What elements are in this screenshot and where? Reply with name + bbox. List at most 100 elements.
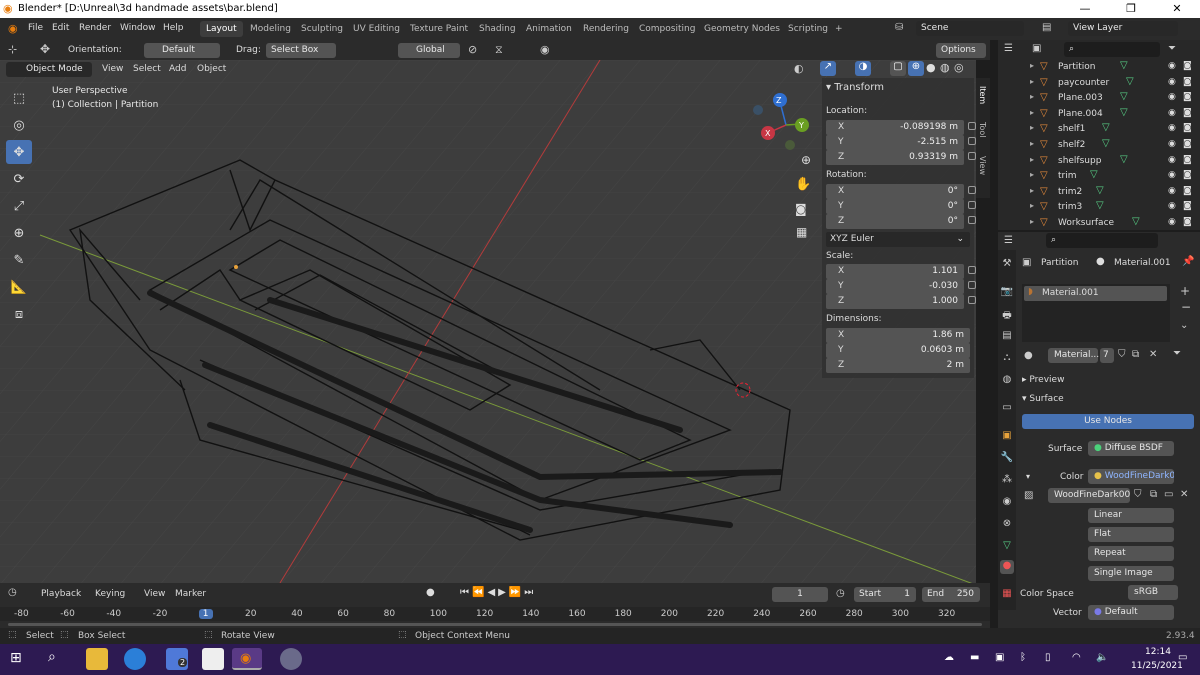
- eye-icon[interactable]: ◉: [1168, 123, 1176, 133]
- eye-icon[interactable]: ◉: [1168, 186, 1176, 196]
- tab-animation[interactable]: Animation: [520, 21, 578, 37]
- fake-user-icon[interactable]: ⛉: [1118, 349, 1126, 360]
- dimensions-x-field[interactable]: X 1.86 m: [826, 328, 970, 343]
- tab-texture-paint[interactable]: Texture Paint: [404, 21, 474, 37]
- tool-settings-icon[interactable]: ⊹: [8, 43, 17, 56]
- render-camera-icon[interactable]: ◙: [1183, 155, 1192, 165]
- scale-y-field[interactable]: Y -0.030: [826, 279, 976, 294]
- output-tab-icon[interactable]: 🖶: [1000, 308, 1014, 322]
- eye-icon[interactable]: ◉: [1168, 108, 1176, 118]
- expand-arrow-icon[interactable]: ▸: [1030, 77, 1034, 86]
- rotation-y-field[interactable]: Y 0°: [826, 199, 976, 214]
- tab-scripting[interactable]: Scripting: [782, 21, 834, 37]
- render-camera-icon[interactable]: ◙: [1183, 170, 1192, 180]
- gizmo-toggle-icon[interactable]: ↗: [820, 61, 836, 76]
- menu-view[interactable]: View: [102, 64, 123, 74]
- scale-x-field[interactable]: X 1.101: [826, 264, 976, 279]
- scene-field[interactable]: Scene: [916, 21, 1024, 36]
- select-tool-icon[interactable]: ⬚: [6, 86, 32, 110]
- close-button[interactable]: ✕: [1154, 0, 1200, 18]
- modifier-tab-icon[interactable]: 🔧: [1000, 452, 1014, 466]
- rotation-z-field[interactable]: Z 0°: [826, 214, 976, 229]
- tab-rendering[interactable]: Rendering: [577, 21, 635, 37]
- rotation-mode-dropdown[interactable]: XYZ Euler ⌄: [826, 232, 970, 247]
- lock-icon[interactable]: [968, 296, 976, 304]
- preview-section[interactable]: ▸ Preview: [1022, 375, 1064, 385]
- tab-tool[interactable]: Tool: [978, 122, 987, 138]
- frame-ruler[interactable]: [0, 607, 990, 621]
- menu-select[interactable]: Select: [133, 64, 161, 74]
- outliner-item[interactable]: ▸ ▽ Worksurface ▽ ◉ ◙: [998, 216, 1200, 231]
- transform-orientation-dropdown[interactable]: Global: [398, 43, 460, 58]
- render-camera-icon[interactable]: ◙: [1183, 92, 1192, 102]
- material-browse-icon[interactable]: ●: [1024, 350, 1033, 361]
- render-camera-icon[interactable]: ◙: [1183, 108, 1192, 118]
- tab-uv-editing[interactable]: UV Editing: [347, 21, 406, 37]
- add-workspace-button[interactable]: +: [829, 21, 849, 37]
- pan-hand-icon[interactable]: ✋: [795, 176, 811, 192]
- tab-modeling[interactable]: Modeling: [244, 21, 297, 37]
- edge-browser-icon[interactable]: [124, 648, 146, 670]
- duplicate-icon[interactable]: ⧉: [1132, 349, 1139, 360]
- eye-icon[interactable]: ◉: [1168, 61, 1176, 71]
- unlink-icon[interactable]: ✕: [1149, 349, 1157, 360]
- material-shading-icon[interactable]: ◍: [940, 61, 950, 74]
- render-camera-icon[interactable]: ◙: [1183, 77, 1192, 87]
- wifi-icon[interactable]: ◠: [1072, 652, 1081, 663]
- notifications-icon[interactable]: ▭: [1178, 652, 1187, 663]
- filter-icon[interactable]: ⏷: [1168, 43, 1176, 54]
- current-frame-field[interactable]: 1: [772, 587, 828, 602]
- transform-tool-icon[interactable]: ⊕: [6, 221, 32, 245]
- eye-icon[interactable]: ◉: [1168, 92, 1176, 102]
- eye-icon[interactable]: ◉: [1168, 170, 1176, 180]
- tab-view[interactable]: View: [978, 156, 987, 175]
- battery-icon[interactable]: ▯: [1045, 652, 1051, 663]
- annotate-tool-icon[interactable]: ✎: [6, 248, 32, 272]
- app-group-icon[interactable]: 2: [166, 648, 188, 670]
- scrollbar-thumb[interactable]: [8, 623, 982, 626]
- outliner-item[interactable]: ▸ ▽ Plane.003 ▽ ◉ ◙: [998, 91, 1200, 106]
- solid-shading-icon[interactable]: ●: [926, 61, 936, 74]
- dimensions-y-field[interactable]: Y 0.0603 m: [826, 343, 970, 358]
- location-z-field[interactable]: Z 0.93319 m: [826, 150, 976, 165]
- clock-time[interactable]: 12:14: [1145, 647, 1171, 657]
- color-texture-field[interactable]: ● WoodFineDark00...: [1088, 469, 1174, 484]
- lock-icon[interactable]: [968, 281, 976, 289]
- outliner-item[interactable]: ▸ ▽ trim ▽ ◉ ◙: [998, 169, 1200, 184]
- app-icon[interactable]: [280, 648, 302, 670]
- network-icon[interactable]: ▣: [995, 652, 1004, 663]
- zoom-icon[interactable]: ⊕: [801, 153, 811, 167]
- measure-tool-icon[interactable]: 📐: [6, 275, 32, 299]
- expand-arrow-icon[interactable]: ▸: [1030, 186, 1034, 195]
- scale-tool-icon[interactable]: ⤢: [6, 194, 32, 218]
- remove-slot-icon[interactable]: −: [1181, 300, 1191, 314]
- image-fake-user-icon[interactable]: ⛉: [1134, 489, 1142, 500]
- image-browse-icon[interactable]: ▨: [1024, 490, 1033, 501]
- view-layer-field[interactable]: View Layer: [1068, 21, 1178, 36]
- cloud-icon[interactable]: ☁: [944, 652, 954, 663]
- render-camera-icon[interactable]: ◙: [1183, 186, 1192, 196]
- rendered-shading-icon[interactable]: ◎: [954, 61, 964, 74]
- expand-arrow-icon[interactable]: ▸: [1030, 155, 1034, 164]
- node-tree-icon[interactable]: ⏷: [1173, 348, 1181, 359]
- lock-icon[interactable]: [968, 266, 976, 274]
- blender-taskbar-icon[interactable]: ◉: [232, 648, 262, 670]
- eye-icon[interactable]: ◉: [1168, 139, 1176, 149]
- open-folder-icon[interactable]: ▭: [1164, 489, 1173, 500]
- constraints-tab-icon[interactable]: ⊗: [1000, 518, 1014, 532]
- outliner-item[interactable]: ▸ ▽ Plane.004 ▽ ◉ ◙: [998, 107, 1200, 122]
- file-explorer-icon[interactable]: [86, 648, 108, 670]
- clock-date[interactable]: 11/25/2021: [1131, 661, 1183, 671]
- render-camera-icon[interactable]: ◙: [1183, 217, 1192, 227]
- image-unlink-icon[interactable]: ✕: [1180, 489, 1188, 500]
- menu-help[interactable]: Help: [163, 23, 184, 33]
- eye-icon[interactable]: ◉: [1168, 155, 1176, 165]
- surface-shader-field[interactable]: ● Diffuse BSDF: [1088, 441, 1174, 456]
- collection-tab-icon[interactable]: ▭: [1000, 402, 1014, 416]
- expand-arrow-icon[interactable]: ▸: [1030, 170, 1034, 179]
- outliner-search-input[interactable]: ⌕: [1064, 42, 1160, 57]
- minimize-button[interactable]: —: [1062, 0, 1108, 18]
- world-tab-icon[interactable]: ◍: [1000, 374, 1014, 388]
- vector-field[interactable]: ● Default: [1088, 605, 1174, 620]
- outliner-item[interactable]: ▸ ▽ trim2 ▽ ◉ ◙: [998, 185, 1200, 200]
